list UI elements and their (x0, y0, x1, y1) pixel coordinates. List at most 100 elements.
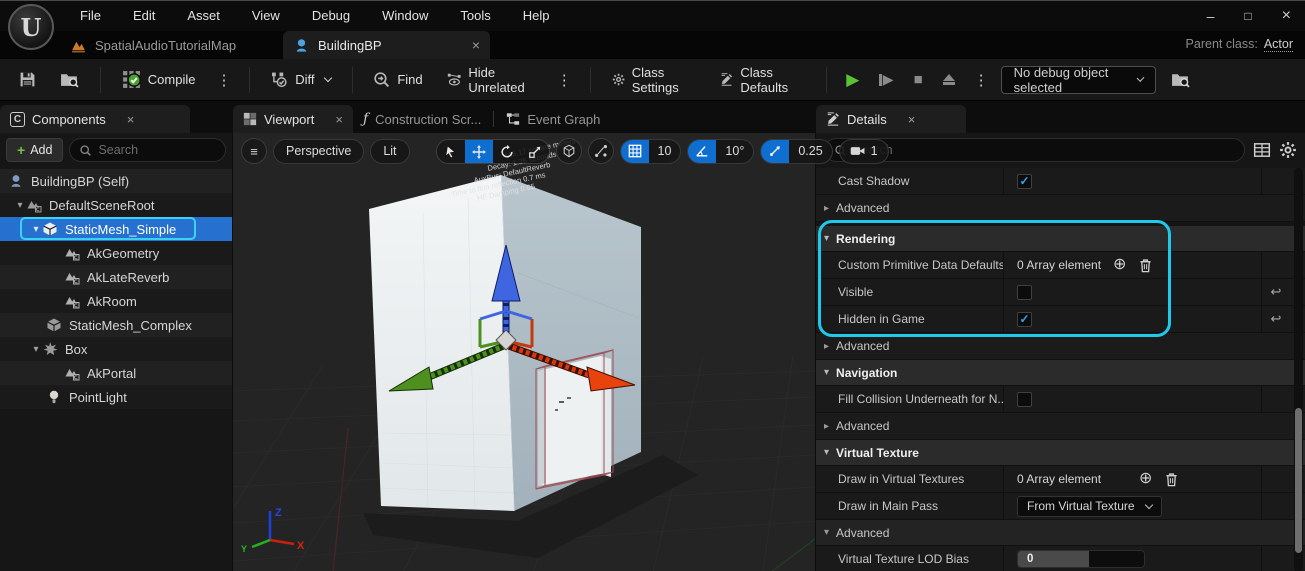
frame-skip-button[interactable]: ▶ (872, 71, 900, 88)
category-virtual-texture[interactable]: ▾ Virtual Texture (816, 440, 1305, 466)
revert-icon[interactable]: ↩ (1271, 311, 1282, 327)
class-defaults-button[interactable]: Class Defaults (711, 64, 814, 96)
category-advanced-lighting[interactable]: ▸ Advanced (816, 195, 1305, 222)
rotation-snap-control[interactable]: 10° (687, 139, 754, 164)
browse-asset-button[interactable] (51, 64, 88, 96)
scale-snap-value[interactable]: 0.25 (789, 144, 831, 158)
tab-components[interactable]: C Components × (0, 105, 190, 133)
scale-snap-toggle[interactable] (761, 139, 789, 164)
category-navigation[interactable]: ▾ Navigation (816, 360, 1305, 386)
chevron-down-icon[interactable]: ▾ (30, 344, 42, 355)
play-button[interactable]: ▶ (839, 70, 866, 90)
components-search[interactable] (69, 138, 226, 162)
cast-shadow-checkbox[interactable]: ✓ (1017, 174, 1032, 189)
lit-dropdown[interactable]: Lit (370, 139, 409, 164)
move-tool-button[interactable] (465, 140, 493, 164)
close-window-button[interactable]: × (1282, 7, 1291, 25)
menu-tools[interactable]: Tools (444, 1, 506, 31)
rotation-snap-value[interactable]: 10° (716, 144, 753, 158)
maximize-button[interactable]: □ (1244, 9, 1251, 23)
diff-button[interactable]: Diff (262, 64, 339, 96)
tree-row-akportal[interactable]: AkPortal (0, 361, 232, 385)
menu-edit[interactable]: Edit (117, 1, 171, 31)
category-advanced-rendering[interactable]: ▸ Advanced (816, 333, 1305, 360)
parent-class-link[interactable]: Actor (1264, 37, 1293, 52)
world-local-toggle-button[interactable] (556, 138, 582, 164)
find-button[interactable]: Find (364, 64, 431, 96)
category-advanced-navigation[interactable]: ▸ Advanced (816, 413, 1305, 440)
compile-options-kebab-icon[interactable]: ⋮ (210, 71, 237, 89)
close-icon[interactable]: × (908, 112, 916, 127)
close-tab-icon[interactable]: × (472, 37, 480, 53)
perspective-dropdown[interactable]: Perspective (273, 139, 364, 164)
tab-spatialaudiotutorialmap[interactable]: SpatialAudioTutorialMap (70, 31, 236, 59)
category-advanced-virtual-texture[interactable]: ▾ Advanced (816, 520, 1305, 546)
fill-collision-checkbox[interactable]: ✓ (1017, 392, 1032, 407)
add-array-element-icon[interactable]: ⊕ (1113, 257, 1126, 273)
settings-gear-icon[interactable] (1279, 141, 1297, 159)
chevron-down-icon[interactable]: ▾ (30, 224, 42, 235)
menu-asset[interactable]: Asset (171, 1, 236, 31)
scale-tool-button[interactable] (521, 140, 549, 164)
lod-bias-spinbox[interactable]: 0 (1017, 550, 1145, 568)
play-options-kebab-icon[interactable]: ⋮ (968, 71, 995, 89)
add-array-element-icon[interactable]: ⊕ (1139, 471, 1152, 487)
3d-scene[interactable]: 445.17 square meters Decay: 1.35 seconds… (233, 133, 815, 571)
hidden-in-game-checkbox[interactable]: ✓ (1017, 312, 1032, 327)
tree-row-akroom[interactable]: AkRoom (0, 289, 232, 313)
close-icon[interactable]: × (335, 112, 343, 127)
select-tool-button[interactable] (437, 140, 465, 164)
minimize-button[interactable]: – (1207, 8, 1215, 24)
revert-icon[interactable]: ↩ (1271, 284, 1282, 300)
hide-unrelated-button[interactable]: Hide Unrelated (438, 64, 545, 96)
tab-construction-script[interactable]: ƒ Construction Scr... (353, 105, 491, 133)
details-scrollbar-thumb[interactable] (1295, 408, 1302, 553)
viewport-canvas[interactable]: 445.17 square meters Decay: 1.35 seconds… (233, 133, 815, 571)
tree-row-staticmesh-simple[interactable]: ▾ StaticMesh_Simple (0, 217, 232, 241)
hide-unrelated-kebab-icon[interactable]: ⋮ (551, 71, 578, 89)
surface-snapping-button[interactable] (588, 138, 614, 164)
visible-checkbox[interactable]: ✓ (1017, 285, 1032, 300)
tree-row-defaultsceneroot[interactable]: ▾ DefaultSceneRoot (0, 193, 232, 217)
class-settings-button[interactable]: Class Settings (603, 64, 706, 96)
scale-snap-control[interactable]: 0.25 (760, 139, 832, 164)
trash-icon[interactable] (1138, 258, 1153, 273)
components-search-input[interactable] (98, 143, 216, 157)
compile-button[interactable]: Compile (113, 64, 205, 96)
tree-row-akgeometry[interactable]: AkGeometry (0, 241, 232, 265)
details-search-input[interactable] (853, 143, 1235, 157)
menu-help[interactable]: Help (507, 1, 566, 31)
rotation-snap-toggle[interactable] (688, 139, 716, 164)
chevron-down-icon[interactable]: ▾ (14, 200, 26, 211)
tab-details[interactable]: Details × (816, 105, 966, 133)
camera-speed-control[interactable]: 1 (839, 139, 889, 164)
menu-window[interactable]: Window (366, 1, 444, 31)
eject-button[interactable] (936, 74, 962, 85)
trash-icon[interactable] (1164, 472, 1179, 487)
menu-debug[interactable]: Debug (296, 1, 366, 31)
tab-buildingbp[interactable]: BuildingBP × (283, 31, 490, 59)
tree-row-staticmesh-complex[interactable]: StaticMesh_Complex (0, 313, 232, 337)
menu-view[interactable]: View (236, 1, 296, 31)
rotate-tool-button[interactable] (493, 140, 521, 164)
grid-snap-control[interactable]: 10 (620, 139, 682, 164)
add-component-button[interactable]: + Add (6, 138, 63, 162)
tree-row-box[interactable]: ▾ Box (0, 337, 232, 361)
tree-row-buildingbp-self[interactable]: BuildingBP (Self) (0, 169, 232, 193)
save-button[interactable] (10, 64, 45, 96)
category-rendering[interactable]: ▾ Rendering (816, 226, 1305, 252)
tree-row-aklatereverb[interactable]: AkLateReverb (0, 265, 232, 289)
tree-row-pointlight[interactable]: PointLight (0, 385, 232, 409)
draw-in-main-pass-dropdown[interactable]: From Virtual Texture (1017, 496, 1162, 517)
close-icon[interactable]: × (127, 112, 135, 127)
tab-viewport[interactable]: Viewport × (233, 105, 353, 133)
stop-button[interactable]: ■ (907, 71, 930, 88)
tab-event-graph[interactable]: Event Graph (496, 105, 610, 133)
viewport-options-button[interactable]: ≡ (241, 138, 267, 164)
display-filter-icon[interactable] (1253, 141, 1271, 159)
grid-snap-value[interactable]: 10 (649, 144, 681, 158)
grid-snap-toggle[interactable] (621, 139, 649, 164)
menu-file[interactable]: File (64, 1, 117, 31)
browse-debug-object-button[interactable] (1162, 64, 1199, 96)
debug-object-dropdown[interactable]: No debug object selected (1001, 66, 1156, 94)
